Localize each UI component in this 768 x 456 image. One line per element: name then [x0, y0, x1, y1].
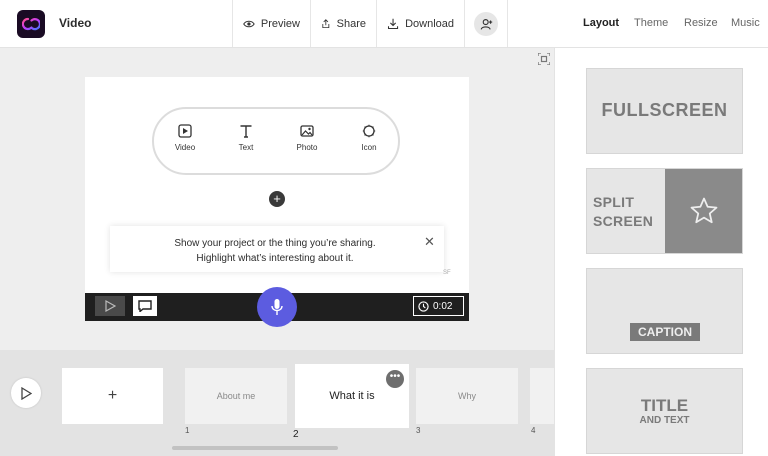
- layout-caption-label: CAPTION: [630, 323, 700, 341]
- scene-number: 1: [185, 426, 190, 435]
- icon-option-label: Icon: [361, 143, 377, 152]
- add-photo-option[interactable]: Photo: [287, 124, 327, 152]
- play-icon: [105, 300, 116, 312]
- timer-value: 0:02: [433, 300, 453, 312]
- tab-music[interactable]: Music: [731, 17, 760, 29]
- preview-label: Preview: [260, 17, 300, 30]
- layout-caption[interactable]: CAPTION: [586, 268, 743, 354]
- scene-title: What it is: [329, 390, 375, 402]
- layout-split-screen[interactable]: SPLIT SCREEN: [586, 168, 743, 254]
- add-user-icon: [480, 18, 492, 30]
- scene-thumbnail[interactable]: [530, 368, 554, 424]
- creative-cloud-logo-icon[interactable]: [17, 10, 45, 38]
- tab-resize[interactable]: Resize: [684, 17, 718, 29]
- tip-card: Show your project or the thing you’re sh…: [110, 226, 444, 272]
- download-button[interactable]: Download: [376, 0, 464, 47]
- tip-line-1: Show your project or the thing you’re sh…: [174, 238, 376, 249]
- layout-title-label: TITLE: [640, 396, 689, 415]
- record-voice-button[interactable]: [257, 287, 297, 327]
- add-scene-button[interactable]: +: [62, 368, 163, 424]
- top-bar: Video Preview Share Download Layout Them…: [0, 0, 768, 48]
- tab-layout[interactable]: Layout: [583, 17, 619, 29]
- layout-split-line-1: SPLIT: [593, 194, 635, 210]
- layout-split-label: SPLIT SCREEN: [593, 193, 653, 231]
- fit-screen-icon[interactable]: [538, 53, 550, 65]
- layout-title-sub-label: AND TEXT: [639, 415, 690, 426]
- icon-icon: [362, 124, 376, 138]
- scene-title: About me: [216, 391, 256, 401]
- tab-theme[interactable]: Theme: [634, 17, 668, 29]
- layout-split-line-2: SCREEN: [593, 213, 654, 229]
- split-media-area: [665, 169, 742, 253]
- add-media-button[interactable]: +: [269, 191, 285, 207]
- toolbar-divider: [507, 0, 508, 47]
- invite-user-button[interactable]: [474, 12, 498, 36]
- share-icon: [322, 18, 330, 28]
- scene-number: 2: [293, 429, 299, 440]
- video-icon: [178, 124, 192, 138]
- layout-fullscreen-label: FULLSCREEN: [601, 100, 728, 120]
- app-title: Video: [59, 16, 92, 30]
- play-slide-button[interactable]: [95, 296, 125, 316]
- text-option-label: Text: [238, 143, 254, 152]
- duration-timer[interactable]: 0:02: [413, 296, 464, 316]
- slide-mark: SF: [443, 270, 451, 276]
- play-icon: [21, 386, 32, 400]
- scene-number: 3: [416, 426, 421, 435]
- add-video-option[interactable]: Video: [165, 124, 205, 152]
- share-button[interactable]: Share: [310, 0, 376, 47]
- layout-title-and-text[interactable]: TITLE AND TEXT: [586, 368, 743, 454]
- microphone-icon: [271, 299, 283, 315]
- scene-title: Why: [458, 391, 476, 401]
- download-label: Download: [405, 17, 454, 30]
- tip-line-2: Highlight what’s interesting about it.: [196, 253, 354, 264]
- scene-strip-scrollbar[interactable]: [172, 446, 338, 450]
- scene-more-options-button[interactable]: •••: [386, 370, 404, 388]
- star-icon: [690, 197, 717, 224]
- close-tip-icon[interactable]: ✕: [424, 234, 435, 250]
- play-all-button[interactable]: [11, 378, 41, 408]
- add-icon-option[interactable]: Icon: [349, 124, 389, 152]
- text-icon: [240, 125, 252, 138]
- scene-thumbnail[interactable]: Why: [416, 368, 518, 424]
- caption-icon: [138, 300, 152, 312]
- eye-icon: [243, 20, 255, 27]
- photo-icon: [300, 125, 314, 137]
- scene-number: 4: [531, 426, 536, 435]
- scene-thumbnail[interactable]: About me: [185, 368, 287, 424]
- preview-button[interactable]: Preview: [232, 0, 310, 47]
- video-option-label: Video: [174, 143, 196, 152]
- photo-option-label: Photo: [296, 143, 318, 152]
- caption-toggle-button[interactable]: [133, 296, 157, 316]
- download-icon: [387, 18, 399, 29]
- layout-fullscreen[interactable]: FULLSCREEN: [586, 68, 743, 154]
- clock-icon: [418, 300, 429, 312]
- tip-text: Show your project or the thing you’re sh…: [130, 236, 420, 266]
- share-label: Share: [336, 17, 366, 30]
- add-text-option[interactable]: Text: [226, 124, 266, 152]
- toolbar-divider: [464, 0, 465, 47]
